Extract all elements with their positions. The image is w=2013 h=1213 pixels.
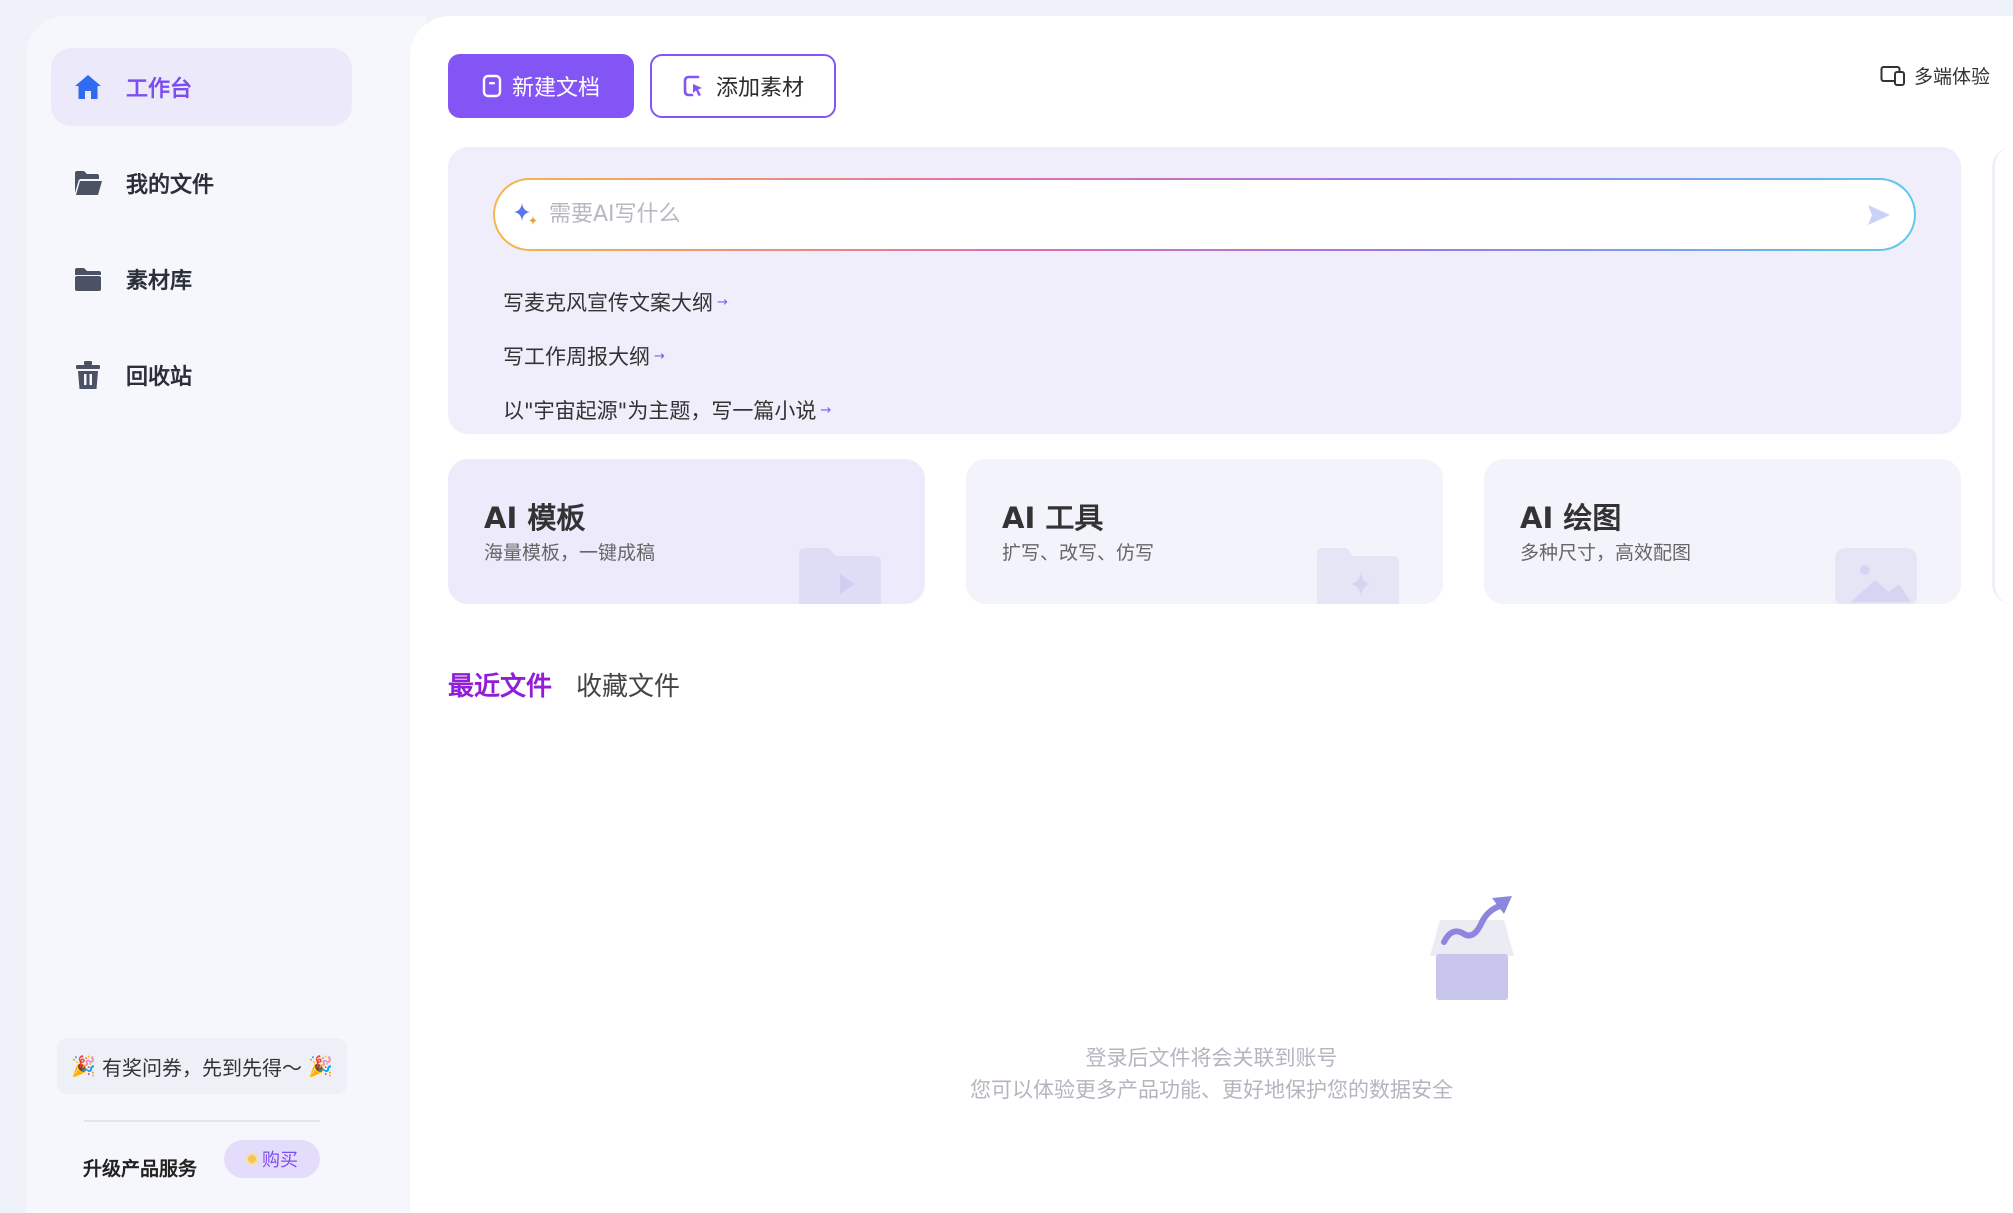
devices-icon bbox=[1880, 65, 1906, 87]
add-material-icon bbox=[682, 74, 706, 98]
ai-search-box bbox=[493, 178, 1916, 251]
buy-button[interactable]: 购买 bbox=[224, 1140, 320, 1178]
suggestion-item[interactable]: 写麦克风宣传文案大纲 → bbox=[503, 287, 728, 317]
image-folder-icon bbox=[1831, 544, 1921, 604]
card-title: AI 模板 bbox=[484, 501, 586, 535]
multi-device-button[interactable]: 多端体验 bbox=[1880, 62, 1990, 89]
suggestion-text: 写工作周报大纲 bbox=[503, 345, 650, 369]
coin-icon bbox=[246, 1153, 258, 1165]
home-icon bbox=[72, 71, 104, 103]
card-subtitle: 海量模板，一键成稿 bbox=[484, 542, 656, 564]
arrow-right-icon: → bbox=[820, 402, 832, 418]
multi-device-label: 多端体验 bbox=[1913, 66, 1990, 88]
sidebar-item-workbench[interactable]: 工作台 bbox=[51, 48, 352, 126]
add-material-button[interactable]: 添加素材 bbox=[650, 54, 836, 118]
send-icon[interactable] bbox=[1866, 203, 1892, 227]
card-title: AI 工具 bbox=[1002, 501, 1104, 535]
arrow-right-icon: → bbox=[654, 348, 665, 364]
ai-prompt-input[interactable] bbox=[549, 202, 1866, 227]
suggestion-item[interactable]: 以"宇宙起源"为主题，写一篇小说 → bbox=[503, 395, 831, 425]
suggestion-text: 以"宇宙起源"为主题，写一篇小说 bbox=[503, 399, 817, 423]
arrow-right-icon: → bbox=[717, 294, 728, 310]
sidebar: 工作台 我的文件 素材库 回收站 🎉 有奖问券，先到先得～ 🎉 升级产品服务 购… bbox=[26, 16, 426, 1213]
suggestion-text: 写麦克风宣传文案大纲 bbox=[503, 291, 713, 315]
sparkle-icon bbox=[511, 200, 541, 230]
new-document-label: 新建文档 bbox=[511, 76, 600, 101]
upgrade-label: 升级产品服务 bbox=[83, 1158, 198, 1180]
sidebar-item-label: 工作台 bbox=[126, 77, 193, 102]
document-icon bbox=[482, 74, 502, 98]
sidebar-item-my-files[interactable]: 我的文件 bbox=[51, 144, 352, 222]
card-title: AI 绘图 bbox=[1520, 501, 1622, 535]
party-popper-icon: 🎉 bbox=[308, 1054, 333, 1078]
card-subtitle: 多种尺寸，高效配图 bbox=[1520, 542, 1692, 564]
party-popper-icon: 🎉 bbox=[71, 1054, 96, 1078]
empty-box-illustration bbox=[1422, 886, 1522, 1010]
trash-icon bbox=[72, 359, 104, 391]
tools-folder-icon bbox=[1313, 544, 1403, 604]
card-subtitle: 扩写、改写、仿写 bbox=[1002, 542, 1155, 564]
tab-favorite-files[interactable]: 收藏文件 bbox=[576, 666, 680, 703]
main-content: 新建文档 添加素材 多端体验 写麦克风宣传文案大纲→ bbox=[410, 16, 2013, 1213]
tab-recent-files[interactable]: 最近文件 bbox=[448, 666, 553, 704]
template-folder-icon bbox=[795, 544, 885, 604]
suggestion-item[interactable]: 写工作周报大纲 → bbox=[503, 341, 665, 371]
buy-label: 购买 bbox=[262, 1150, 298, 1171]
sidebar-item-recycle-bin[interactable]: 回收站 bbox=[51, 336, 352, 414]
ai-writing-panel: 写麦克风宣传文案大纲→ 写工作周报大纲→ 以"宇宙起源"为主题，写一篇小说→ bbox=[448, 147, 1961, 434]
folder-open-icon bbox=[72, 167, 104, 199]
survey-promo-banner[interactable]: 🎉 有奖问券，先到先得～ 🎉 bbox=[57, 1038, 347, 1094]
sidebar-item-label: 素材库 bbox=[126, 269, 193, 294]
empty-state-description: 您可以体验更多产品功能、更好地保护您的数据安全 bbox=[970, 1078, 1453, 1102]
new-document-button[interactable]: 新建文档 bbox=[448, 54, 634, 118]
partial-side-card bbox=[1992, 147, 2013, 604]
divider bbox=[84, 1120, 320, 1122]
sidebar-item-material-library[interactable]: 素材库 bbox=[51, 240, 352, 318]
folder-icon bbox=[72, 263, 104, 295]
promo-text: 有奖问券，先到先得～ bbox=[102, 1055, 302, 1080]
sidebar-item-label: 我的文件 bbox=[126, 173, 215, 198]
ai-tools-card[interactable]: AI 工具 扩写、改写、仿写 bbox=[966, 459, 1443, 604]
ai-template-card[interactable]: AI 模板 海量模板，一键成稿 bbox=[448, 459, 925, 604]
add-material-label: 添加素材 bbox=[715, 76, 804, 101]
ai-drawing-card[interactable]: AI 绘图 多种尺寸，高效配图 bbox=[1484, 459, 1961, 604]
sidebar-item-label: 回收站 bbox=[126, 365, 193, 390]
empty-state-title: 登录后文件将会关联到账号 bbox=[1085, 1046, 1338, 1070]
